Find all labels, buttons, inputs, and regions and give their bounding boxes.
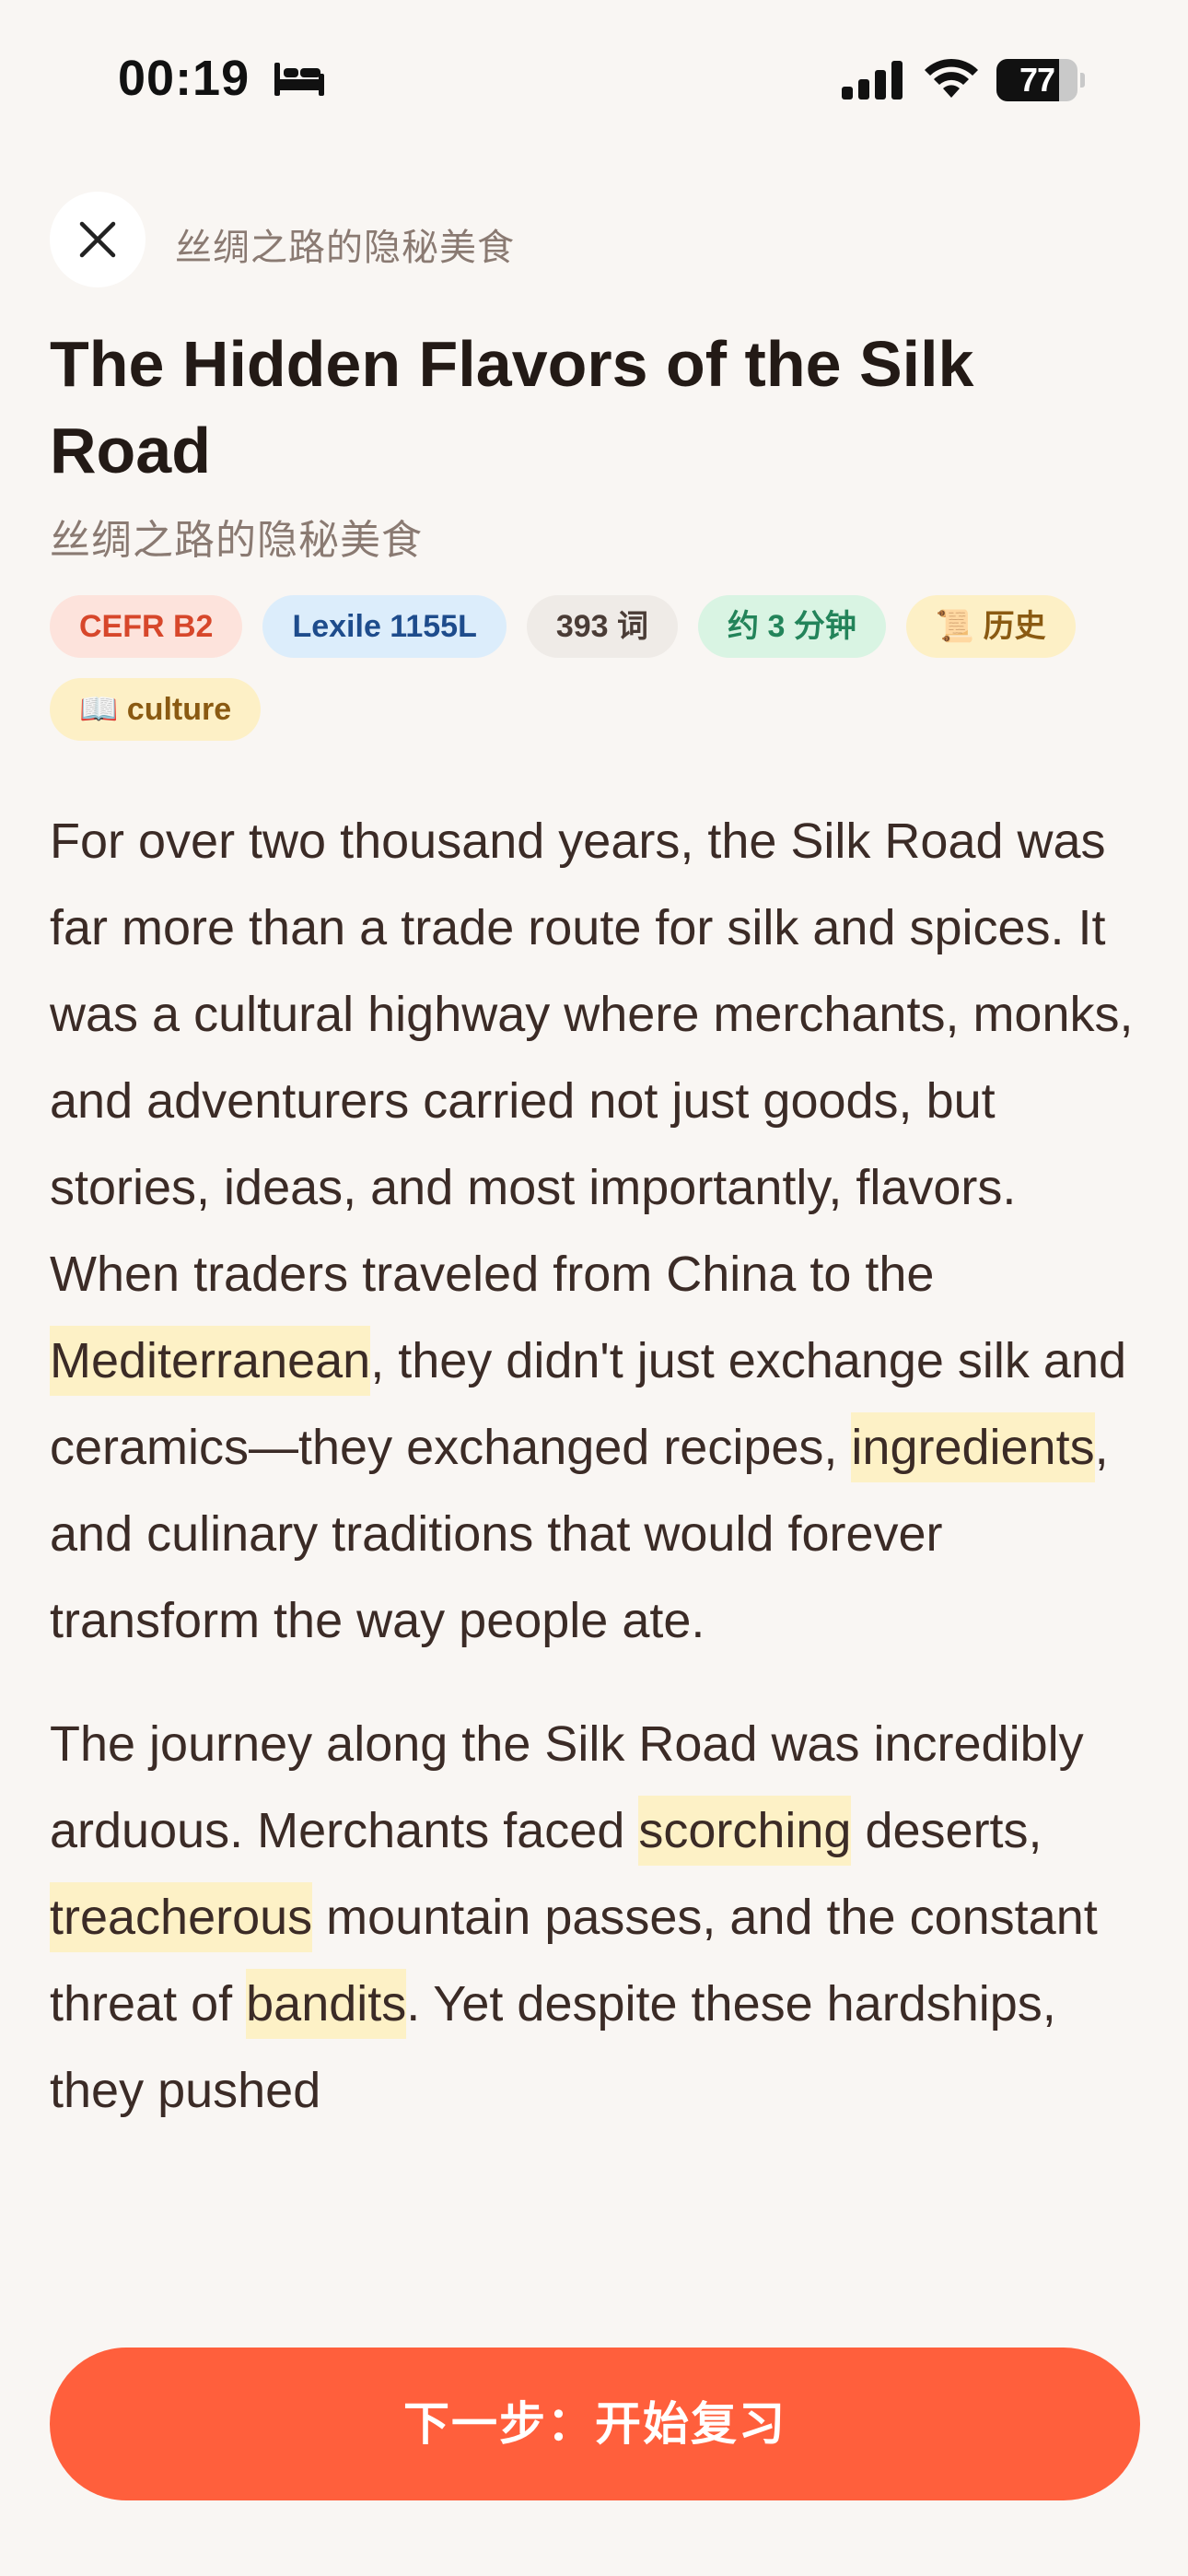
highlighted-word[interactable]: scorching <box>638 1796 852 1866</box>
highlighted-word[interactable]: treacherous <box>50 1882 313 1952</box>
article-paragraph: For over two thousand years, the Silk Ro… <box>50 798 1146 1664</box>
article-tags: CEFR B2 Lexile 1155L 393 词 约 3 分钟 📜 历史 📖… <box>50 595 1136 741</box>
status-time: 00:19 <box>118 51 250 106</box>
paragraph-text: For over two thousand years, the Silk Ro… <box>50 814 1134 1302</box>
wifi-icon <box>925 58 978 98</box>
category-tag: 📜 历史 <box>905 595 1076 658</box>
sleep-bed-icon <box>274 63 324 96</box>
article-body: For over two thousand years, the Silk Ro… <box>50 798 1146 2303</box>
paragraph-text: deserts, <box>851 1803 1042 1858</box>
cellular-signal-icon <box>842 61 903 100</box>
highlighted-word[interactable]: Mediterranean <box>50 1326 371 1396</box>
status-bar: 00:19 77 <box>0 0 1188 157</box>
start-review-button[interactable]: 下一步：开始复习 <box>50 2348 1140 2500</box>
close-icon <box>79 221 116 258</box>
topic-tag: 📖 culture <box>50 678 262 741</box>
article-paragraph: The journey along the Silk Road was incr… <box>50 1701 1146 2134</box>
header-title: 丝绸之路的隐秘美食 <box>175 228 515 268</box>
battery-percent: 77 <box>1019 61 1055 99</box>
highlighted-word[interactable]: ingredients <box>851 1412 1095 1482</box>
word-count-tag: 393 词 <box>526 595 679 658</box>
lexile-tag: Lexile 1155L <box>262 595 507 658</box>
close-button[interactable] <box>50 192 146 287</box>
article-title: The Hidden Flavors of the Silk Road <box>50 328 974 486</box>
highlighted-word[interactable]: bandits <box>246 1969 407 2039</box>
cefr-level-tag: CEFR B2 <box>50 595 243 658</box>
article-subtitle: 丝绸之路的隐秘美食 <box>50 518 423 563</box>
battery-indicator: 77 <box>996 59 1085 101</box>
reading-time-tag: 约 3 分钟 <box>698 595 886 658</box>
